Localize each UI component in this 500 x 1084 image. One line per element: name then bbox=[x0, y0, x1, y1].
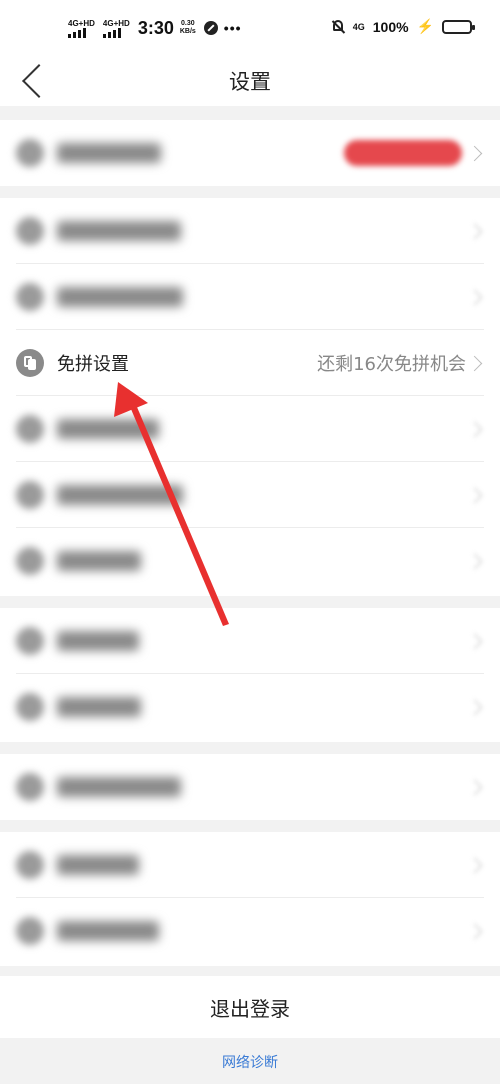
chevron-right-icon bbox=[466, 289, 483, 305]
blurred-label bbox=[57, 777, 181, 797]
setting-icon bbox=[16, 547, 44, 575]
speed-unit: KB/s bbox=[179, 28, 196, 35]
blurred-badge bbox=[344, 140, 462, 166]
network-speed: 0.30 KB/s bbox=[180, 20, 196, 36]
setting-icon bbox=[16, 283, 44, 311]
chevron-right-icon bbox=[466, 553, 483, 569]
setting-icon bbox=[16, 481, 44, 509]
chevron-right-icon bbox=[466, 633, 483, 649]
settings-row-blurred[interactable] bbox=[0, 396, 500, 462]
chevron-right-icon bbox=[466, 421, 483, 437]
chevron-right-icon bbox=[466, 699, 483, 715]
signal-icon bbox=[68, 27, 86, 38]
free-pin-value: 还剩16次免拼机会 bbox=[317, 354, 466, 375]
blurred-label bbox=[57, 697, 141, 717]
settings-row-blurred[interactable] bbox=[0, 608, 500, 674]
speed-value: 0.30 bbox=[181, 20, 195, 27]
sim2-label: 4G+HD bbox=[102, 18, 130, 28]
setting-icon bbox=[16, 851, 44, 879]
chevron-right-icon bbox=[466, 487, 483, 503]
nav-bar: 设置 bbox=[0, 56, 500, 106]
settings-row-blurred[interactable] bbox=[0, 198, 500, 264]
settings-row-blurred[interactable] bbox=[0, 462, 500, 528]
settings-row-blurred[interactable] bbox=[0, 754, 500, 820]
sim2-signal: 4G+HD bbox=[102, 18, 130, 38]
sim1-label: 4G+HD bbox=[68, 18, 95, 28]
signal-icon bbox=[102, 27, 121, 38]
battery-icon bbox=[442, 19, 475, 34]
network-4g-icon: 4G bbox=[352, 21, 365, 32]
chevron-right-icon bbox=[466, 223, 483, 239]
settings-group-account bbox=[0, 120, 500, 186]
settings-row-free-pin[interactable]: 免拼设置 还剩16次免拼机会 bbox=[0, 330, 500, 396]
blurred-label bbox=[57, 221, 181, 241]
blurred-label bbox=[57, 921, 159, 941]
setting-icon bbox=[16, 627, 44, 655]
free-pin-label: 免拼设置 bbox=[57, 354, 129, 375]
setting-icon bbox=[16, 917, 44, 945]
blurred-label bbox=[57, 631, 139, 651]
setting-icon bbox=[16, 693, 44, 721]
settings-row-blurred[interactable] bbox=[0, 120, 500, 186]
settings-row-blurred[interactable] bbox=[0, 264, 500, 330]
dnd-icon bbox=[203, 21, 218, 35]
logout-button[interactable]: 退出登录 bbox=[0, 976, 500, 1038]
chevron-right-icon bbox=[466, 779, 483, 795]
chevron-right-icon bbox=[466, 145, 483, 161]
free-pin-icon bbox=[16, 349, 44, 377]
settings-group-help bbox=[0, 608, 500, 742]
sim1-signal: 4G+HD bbox=[68, 19, 95, 38]
blurred-label bbox=[57, 855, 139, 875]
battery-percent: 100% bbox=[372, 18, 409, 35]
network-diagnosis-link[interactable]: 网络诊断 bbox=[0, 1040, 500, 1084]
blurred-label bbox=[57, 419, 159, 439]
chevron-right-icon bbox=[466, 857, 483, 873]
settings-group-about bbox=[0, 832, 500, 966]
setting-icon bbox=[16, 415, 44, 443]
back-button[interactable] bbox=[14, 59, 56, 103]
status-bar: 4G+HD 4G+HD 3:30 0.30 KB/s ••• 4G 100% ⚡ bbox=[0, 0, 500, 56]
page-title: 设置 bbox=[229, 70, 271, 94]
setting-icon bbox=[16, 139, 44, 167]
settings-row-blurred[interactable] bbox=[0, 898, 500, 964]
setting-icon bbox=[16, 217, 44, 245]
settings-row-blurred[interactable] bbox=[0, 528, 500, 594]
blurred-label bbox=[57, 551, 141, 571]
mute-bell-icon bbox=[331, 19, 345, 35]
settings-row-blurred[interactable] bbox=[0, 674, 500, 740]
more-notifications: ••• bbox=[223, 20, 242, 36]
status-time: 3:30 bbox=[137, 17, 174, 38]
settings-group-main: 免拼设置 还剩16次免拼机会 bbox=[0, 198, 500, 596]
settings-row-blurred[interactable] bbox=[0, 832, 500, 898]
settings-group-extra bbox=[0, 754, 500, 820]
chevron-right-icon bbox=[466, 355, 483, 371]
setting-icon bbox=[16, 773, 44, 801]
blurred-label bbox=[57, 485, 183, 505]
blurred-label bbox=[57, 143, 161, 163]
status-right: 4G 100% ⚡ bbox=[331, 18, 475, 35]
chevron-left-icon bbox=[22, 64, 56, 98]
charging-bolt-icon: ⚡ bbox=[416, 18, 434, 34]
chevron-right-icon bbox=[466, 923, 483, 939]
blurred-label bbox=[57, 287, 183, 307]
